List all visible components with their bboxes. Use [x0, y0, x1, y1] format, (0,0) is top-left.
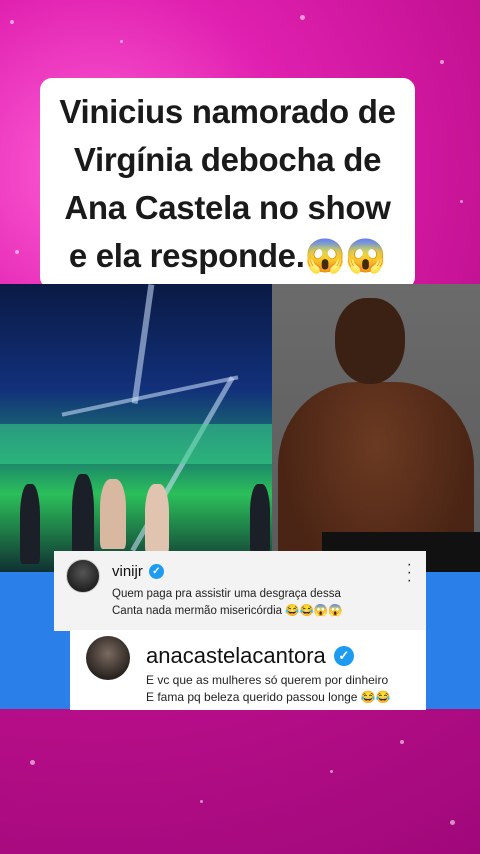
shirtless-man-photo	[272, 284, 480, 584]
verified-check-icon: ✓	[148, 564, 164, 579]
comment-username[interactable]: anacastelacantora	[146, 643, 326, 669]
comment-line: Canta nada mermão misericórdia 😂😂😱😱	[112, 605, 343, 617]
headline-line: Ana Castela no show	[64, 188, 391, 226]
more-vertical-icon[interactable]: · · ·	[407, 557, 412, 589]
verified-check-icon: ✓	[333, 646, 354, 666]
concert-stage-photo	[0, 284, 272, 584]
headline-line: Virgínia debocha de	[73, 140, 382, 178]
comment-text: Quem paga pra assistir uma desgraça dess…	[112, 586, 343, 620]
comment-username[interactable]: vinijr	[112, 563, 143, 580]
headline-line: e ela responde.😱😱	[68, 236, 387, 274]
comment-anacastelacantora: anacastelacantora ✓ E vc que as mulheres…	[70, 630, 426, 710]
comment-vinijr: vinijr ✓ · · · Quem paga pra assistir uma …	[54, 551, 426, 631]
avatar[interactable]	[66, 559, 100, 593]
headline-card: Vinicius namorado de Virgínia debocha de…	[40, 78, 415, 289]
avatar[interactable]	[86, 636, 130, 680]
headline-line: Vinicius namorado de	[59, 92, 396, 130]
comment-line: E vc que as mulheres só querem por dinhe…	[146, 673, 389, 687]
comment-line: E fama pq beleza querido passou longe 😂😂	[146, 690, 391, 704]
headline-text: Vinicius namorado de Virgínia debocha de…	[59, 88, 396, 280]
comment-line: Quem paga pra assistir uma desgraça dess…	[112, 588, 341, 600]
comment-text: E vc que as mulheres só querem por dinhe…	[146, 672, 391, 706]
photo-collage	[0, 284, 480, 584]
